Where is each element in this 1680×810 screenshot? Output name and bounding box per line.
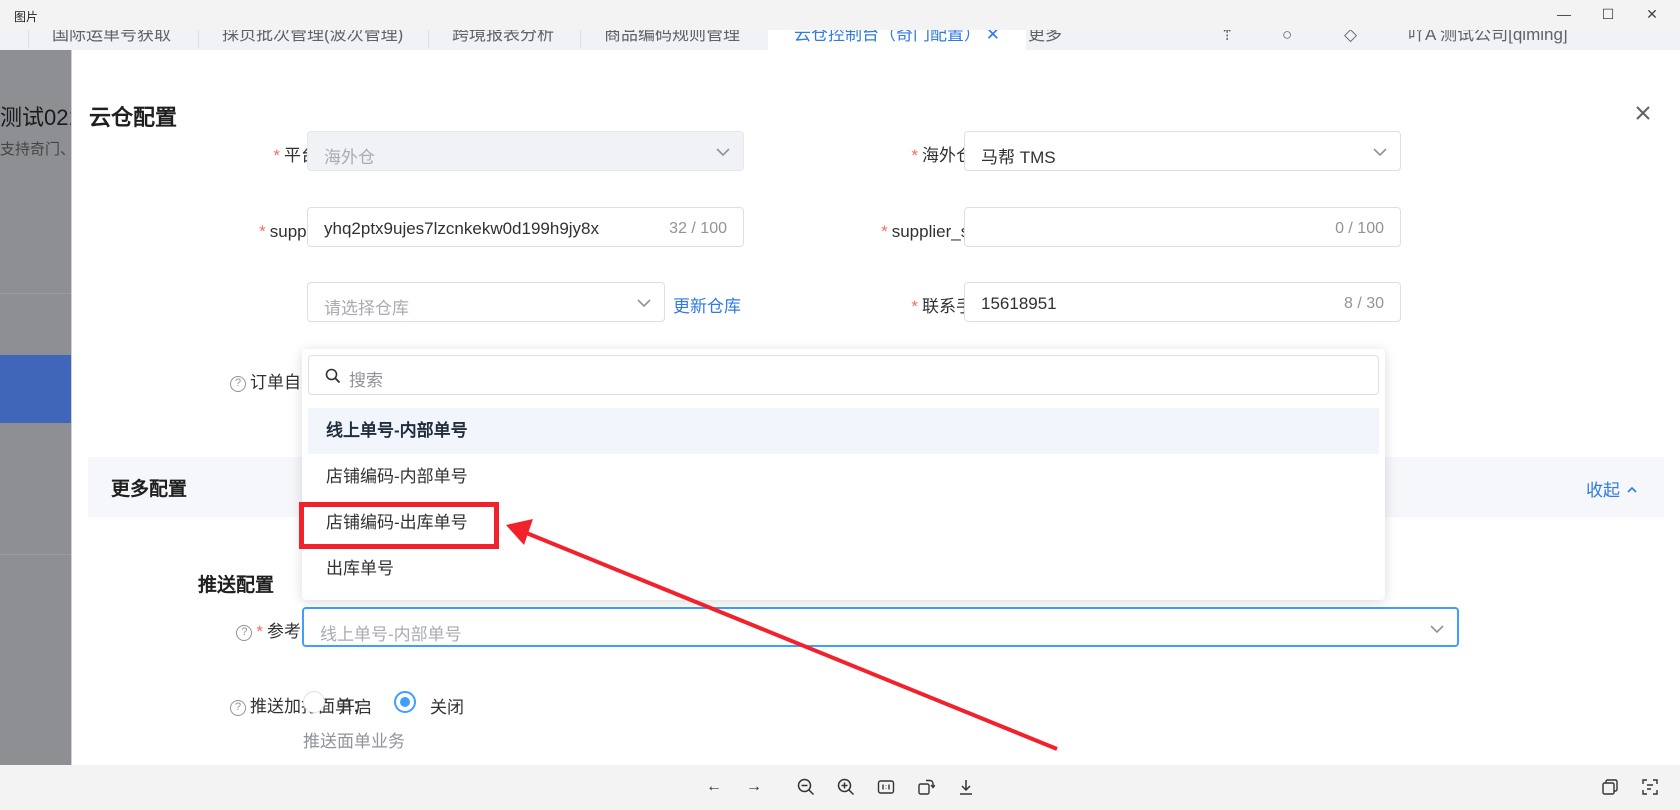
- char-counter: 32 / 100: [669, 220, 727, 237]
- tab-cloud-console[interactable]: 云仓控制台（奇门配置） ✕: [768, 30, 1026, 50]
- tab-report[interactable]: 跨境报表分析: [452, 30, 554, 50]
- copy-image-icon[interactable]: [1596, 774, 1624, 800]
- actual-size-icon[interactable]: [872, 774, 900, 800]
- user-menu[interactable]: 吖A 测试公司[qiming]: [1408, 30, 1568, 50]
- search-icon: [325, 368, 341, 384]
- help-icon[interactable]: ?: [230, 700, 246, 716]
- supplier-id-input[interactable]: yhq2ptx9ujes7lzcnkekw0d199h9jy8x 32 / 10…: [307, 207, 744, 247]
- supplier-secret-input[interactable]: 0 / 100: [964, 207, 1401, 247]
- background-highlight-row: [0, 355, 71, 423]
- push-config-title: 推送配置: [198, 575, 275, 596]
- zoom-out-icon[interactable]: [792, 774, 820, 800]
- collapse-button[interactable]: 收起: [1586, 476, 1638, 501]
- radio-disable-label[interactable]: 关闭: [430, 693, 464, 718]
- maximize-icon[interactable]: ☐: [1586, 0, 1630, 30]
- window-title: 图片: [14, 10, 39, 24]
- close-icon[interactable]: [1630, 100, 1656, 126]
- tab-sku-rule[interactable]: 商品编码规则管理: [604, 30, 740, 50]
- chevron-up-icon: [1627, 486, 1637, 493]
- tab-wave[interactable]: 採页批次管理(波次管理): [222, 30, 403, 50]
- app-tab-strip: 国际运单号获取 採页批次管理(波次管理) 跨境报表分析 商品编码规则管理 云仓控…: [0, 30, 1680, 50]
- next-icon[interactable]: →: [740, 774, 768, 800]
- char-counter: 8 / 30: [1343, 295, 1384, 312]
- dropdown-option[interactable]: 店铺编码-内部单号: [308, 454, 1379, 500]
- drawer-title: 云仓配置: [89, 105, 178, 130]
- print-waybill-hint: 推送面单业务: [303, 732, 405, 751]
- dropdown-search-input[interactable]: 搜索: [308, 355, 1379, 395]
- char-counter: 0 / 100: [1335, 220, 1384, 237]
- ref-format-select[interactable]: 线上单号-内部单号: [302, 607, 1459, 647]
- zoom-in-icon[interactable]: [832, 774, 860, 800]
- tab-more[interactable]: 更多: [1028, 30, 1062, 50]
- background-page: 测试021 支持奇门、: [0, 50, 71, 765]
- chevron-down-icon: [716, 148, 730, 157]
- ref-format-dropdown: 搜索 线上单号-内部单号 店铺编码-内部单号 店铺编码-出库单号 出库单号: [302, 349, 1385, 600]
- more-config-title: 更多配置: [111, 479, 188, 500]
- warehouse-select[interactable]: 请选择仓库: [307, 282, 665, 322]
- upload-icon[interactable]: ⇡: [1220, 30, 1234, 50]
- background-title: 测试021: [0, 105, 71, 130]
- chevron-down-icon: [637, 299, 651, 308]
- prev-icon[interactable]: ←: [700, 774, 728, 800]
- dropdown-option[interactable]: 线上单号-内部单号: [308, 408, 1379, 454]
- update-warehouse-link[interactable]: 更新仓库: [673, 292, 741, 317]
- window-close-icon[interactable]: ✕: [1630, 0, 1674, 30]
- radio-disable[interactable]: [394, 691, 416, 713]
- platform-type-select[interactable]: 海外仓: [307, 131, 744, 171]
- rotate-icon[interactable]: [912, 774, 940, 800]
- download-icon[interactable]: [952, 774, 980, 800]
- app-search-icon[interactable]: ○: [1282, 30, 1292, 50]
- help-icon[interactable]: ?: [236, 625, 253, 641]
- phone-input[interactable]: 15618951 8 / 30: [964, 282, 1401, 322]
- overseas-system-select[interactable]: 马帮 TMS: [964, 131, 1401, 171]
- help-icon[interactable]: ?: [230, 376, 246, 392]
- chevron-down-icon: [1430, 625, 1444, 634]
- dropdown-option[interactable]: 出库单号: [308, 546, 1379, 592]
- annotation-highlight-box: [299, 502, 499, 549]
- radio-enable[interactable]: [303, 691, 325, 713]
- chevron-down-icon: [1373, 148, 1387, 157]
- tab-waybill[interactable]: 国际运单号获取: [52, 30, 171, 50]
- ocr-icon[interactable]: [1636, 774, 1664, 800]
- background-desc: 支持奇门、: [0, 141, 71, 158]
- minimize-icon[interactable]: —: [1542, 0, 1586, 30]
- viewer-titlebar: 图片 — ☐ ✕: [0, 0, 1680, 30]
- radio-enable-label[interactable]: 开启: [338, 693, 372, 718]
- bell-icon[interactable]: ◇: [1344, 30, 1357, 50]
